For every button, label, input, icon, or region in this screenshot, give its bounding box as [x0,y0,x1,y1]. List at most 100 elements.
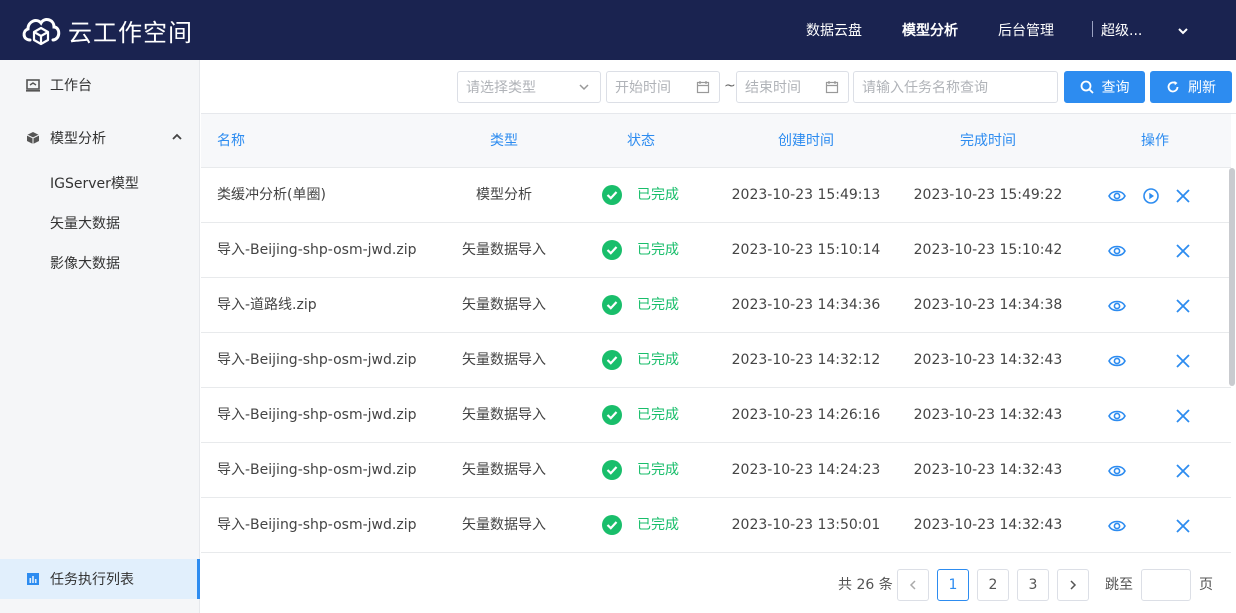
close-icon[interactable] [1174,242,1192,260]
pagination-page-2[interactable]: 2 [977,569,1009,601]
check-circle-icon [602,295,622,315]
task-finished-time: 2023-10-23 14:32:43 [913,352,1063,368]
task-status: 已完成 [637,407,679,423]
type-select[interactable]: 请选择类型 [457,71,601,103]
check-circle-icon [602,405,622,425]
nav-divider [1092,21,1093,37]
nav-backend-admin[interactable]: 后台管理 [998,0,1054,60]
sidebar-item-model-analysis[interactable]: 模型分析 [0,118,200,158]
view-eye-icon[interactable] [1108,187,1126,205]
close-icon[interactable] [1174,297,1192,315]
task-status: 已完成 [637,352,679,368]
nav-label: 模型分析 [902,23,958,39]
column-header-name: 名称 [217,133,245,149]
task-type: 矢量数据导入 [462,407,546,423]
chevron-down-icon [579,84,589,91]
sidebar-item-task-list[interactable]: 任务执行列表 [0,559,200,599]
table-row[interactable]: 导入-Beijing-shp-osm-jwd.zip 矢量数据导入 已完成 2023-… [201,443,1231,498]
date-range-separator: ~ [724,78,736,94]
end-time-placeholder: 结束时间 [745,80,801,96]
app-logo[interactable]: 云工作空间 [20,12,193,48]
task-finished-time: 2023-10-23 14:32:43 [913,462,1063,478]
table-header: 名称 类型 状态 创建时间 完成时间 操作 [201,114,1231,168]
table-row[interactable]: 导入-Beijing-shp-osm-jwd.zip 矢量数据导入 已完成 2023-… [201,223,1231,278]
play-circle-icon[interactable] [1142,187,1160,205]
task-finished-time: 2023-10-23 15:49:22 [913,187,1063,203]
chevron-right-icon [1070,580,1077,590]
view-eye-icon[interactable] [1108,517,1126,535]
task-type: 矢量数据导入 [462,517,546,533]
pagination-jump-input[interactable] [1141,569,1191,601]
view-eye-icon[interactable] [1108,297,1126,315]
nav-data-cloud[interactable]: 数据云盘 [806,0,862,60]
close-icon[interactable] [1174,517,1192,535]
sidebar-subitem-igserver[interactable]: IGServer模型 [50,173,139,193]
pagination-prev-button[interactable] [897,569,929,601]
type-select-placeholder: 请选择类型 [466,80,536,96]
chart-icon [27,573,39,585]
task-name: 导入-Beijing-shp-osm-jwd.zip [217,352,417,368]
chevron-down-icon[interactable] [1176,24,1190,38]
start-time-input[interactable]: 开始时间 [606,71,720,103]
task-type: 模型分析 [476,187,532,203]
refresh-button[interactable]: 刷新 [1150,71,1232,103]
pagination-jump-label: 跳至 [1105,577,1133,593]
task-type: 矢量数据导入 [462,297,546,313]
query-button[interactable]: 查询 [1064,71,1145,103]
column-header-type: 类型 [490,133,518,149]
sidebar-item-label: 模型分析 [50,131,106,147]
table-scrollbar[interactable] [1229,168,1235,386]
chevron-up-icon [172,133,182,140]
sidebar-subitem-image-bigdata[interactable]: 影像大数据 [50,253,120,273]
task-created-time: 2023-10-23 14:24:23 [731,462,881,478]
refresh-label: 刷新 [1188,80,1216,96]
table-row[interactable]: 导入-道路线.zip 矢量数据导入 已完成 2023-10-23 14:34:36 20… [201,278,1231,333]
end-time-input[interactable]: 结束时间 [736,71,849,103]
pagination-next-button[interactable] [1057,569,1089,601]
sidebar: 工作台 模型分析 IGServer模型 矢量大数据 影像大数据 任务执行列表 [0,60,200,613]
sidebar-item-workbench[interactable]: 工作台 [0,65,200,105]
check-circle-icon [602,185,622,205]
close-icon[interactable] [1174,187,1192,205]
pagination-total: 共 26 条 [838,577,893,593]
refresh-icon [1167,81,1179,93]
task-status: 已完成 [637,187,679,203]
task-name: 导入-Beijing-shp-osm-jwd.zip [217,462,417,478]
close-icon[interactable] [1174,462,1192,480]
view-eye-icon[interactable] [1108,462,1126,480]
table-row[interactable]: 导入-Beijing-shp-osm-jwd.zip 矢量数据导入 已完成 2023-… [201,498,1231,553]
table-row[interactable]: 导入-Beijing-shp-osm-jwd.zip 矢量数据导入 已完成 2023-… [201,333,1231,388]
task-created-time: 2023-10-23 15:49:13 [731,187,881,203]
task-name: 导入-道路线.zip [217,297,317,313]
task-type: 矢量数据导入 [462,242,546,258]
view-eye-icon[interactable] [1108,407,1126,425]
task-name: 导入-Beijing-shp-osm-jwd.zip [217,407,417,423]
query-label: 查询 [1101,80,1130,96]
task-name: 导入-Beijing-shp-osm-jwd.zip [217,242,417,258]
task-created-time: 2023-10-23 15:10:14 [731,242,881,258]
task-finished-time: 2023-10-23 14:32:43 [913,407,1063,423]
sidebar-item-label: 任务执行列表 [50,572,134,588]
task-name: 类缓冲分析(单圈) [217,187,326,203]
task-status: 已完成 [637,462,679,478]
check-circle-icon [602,460,622,480]
close-icon[interactable] [1174,407,1192,425]
table-row[interactable]: 类缓冲分析(单圈) 模型分析 已完成 2023-10-23 15:49:13 2023-… [201,168,1231,223]
nav-label: 数据云盘 [806,23,862,39]
monitor-icon [26,79,40,92]
table-row[interactable]: 导入-Beijing-shp-osm-jwd.zip 矢量数据导入 已完成 2023-… [201,388,1231,443]
close-icon[interactable] [1174,352,1192,370]
sidebar-subitem-vector-bigdata[interactable]: 矢量大数据 [50,213,120,233]
view-eye-icon[interactable] [1108,242,1126,260]
search-icon [1080,80,1094,94]
pagination-page-3[interactable]: 3 [1017,569,1049,601]
nav-model-analysis[interactable]: 模型分析 [902,0,958,60]
task-name-search-input[interactable]: 请输入任务名称查询 [853,71,1058,103]
pagination-page-suffix: 页 [1199,577,1213,593]
pagination-page-1[interactable]: 1 [937,569,969,601]
view-eye-icon[interactable] [1108,352,1126,370]
user-menu[interactable]: 超级... [1101,0,1142,60]
task-finished-time: 2023-10-23 15:10:42 [913,242,1063,258]
task-created-time: 2023-10-23 14:34:36 [731,297,881,313]
check-circle-icon [602,515,622,535]
